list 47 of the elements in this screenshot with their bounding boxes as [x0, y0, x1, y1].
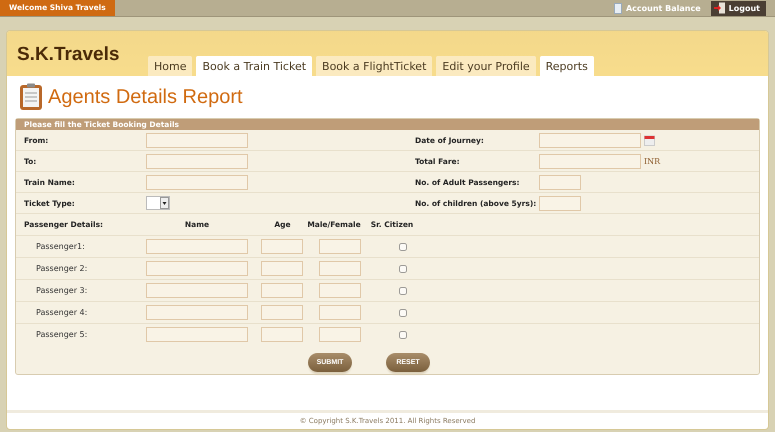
exit-icon — [714, 2, 726, 14]
input-field[interactable] — [539, 132, 641, 148]
passenger-label: Passenger 5: — [35, 330, 88, 339]
nav-tab[interactable]: Home — [148, 56, 192, 76]
input-field[interactable] — [146, 132, 248, 148]
brand-title: S.K.Travels — [17, 44, 120, 66]
age-field[interactable] — [261, 283, 303, 298]
gender-field[interactable] — [319, 305, 361, 320]
gender-field[interactable] — [319, 239, 361, 254]
senior-citizen-checkbox[interactable] — [399, 286, 407, 294]
senior-citizen-checkbox[interactable] — [399, 330, 407, 338]
ticket-type-dropdown[interactable] — [146, 196, 170, 210]
age-field[interactable] — [261, 261, 303, 276]
clipboard-icon — [19, 83, 43, 111]
document-icon — [614, 2, 622, 14]
nav-tab[interactable]: Edit your Profile — [436, 56, 536, 76]
age-field[interactable] — [261, 327, 303, 342]
senior-citizen-checkbox[interactable] — [399, 242, 407, 250]
nav-tab[interactable]: Reports — [540, 56, 594, 76]
senior-citizen-checkbox[interactable] — [399, 308, 407, 316]
logout-button[interactable]: Logout — [710, 0, 766, 16]
caret-icon — [160, 197, 169, 209]
age-field[interactable] — [261, 239, 303, 254]
gender-field[interactable] — [319, 327, 361, 342]
passenger-label: Passenger 4: — [35, 308, 88, 317]
input-field[interactable] — [146, 154, 248, 168]
input-field[interactable] — [539, 174, 581, 190]
name-field[interactable] — [146, 305, 248, 320]
input-field[interactable] — [539, 196, 581, 210]
senior-citizen-checkbox[interactable] — [399, 264, 407, 272]
input-field[interactable] — [146, 174, 248, 190]
gender-field[interactable] — [319, 261, 361, 276]
nav-tab[interactable]: Book a Train Ticket — [196, 56, 312, 76]
name-field[interactable] — [146, 239, 248, 254]
age-field[interactable] — [261, 305, 303, 320]
passenger-label: Passenger1: — [35, 242, 86, 251]
currency-label: INR — [644, 156, 660, 166]
name-field[interactable] — [146, 283, 248, 298]
gender-field[interactable] — [319, 283, 361, 298]
page-title: Agents Details Report — [48, 86, 243, 108]
name-field[interactable] — [146, 261, 248, 276]
calendar-icon[interactable] — [644, 134, 655, 146]
passenger-label: Passenger 2: — [35, 264, 88, 273]
name-field[interactable] — [146, 327, 248, 342]
passenger-label: Passenger 3: — [35, 286, 88, 295]
nav-tab[interactable]: Book a FlightTicket — [316, 56, 432, 76]
input-field[interactable] — [539, 154, 641, 168]
